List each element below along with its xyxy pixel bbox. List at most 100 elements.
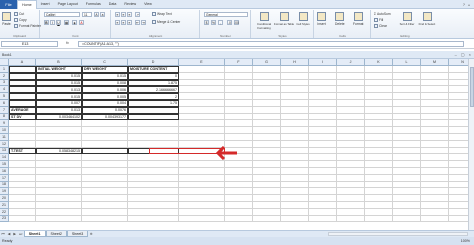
cell-m20[interactable] <box>421 195 449 202</box>
cell-b2[interactable]: 0.015 <box>36 72 82 80</box>
cell-f21[interactable] <box>225 202 253 209</box>
cell-a10[interactable] <box>9 127 36 134</box>
cell-g7[interactable] <box>253 106 281 114</box>
cell-h19[interactable] <box>281 188 309 196</box>
cell-a2[interactable] <box>9 72 36 80</box>
cell-n7[interactable] <box>449 107 468 114</box>
cell-i17[interactable] <box>309 174 337 182</box>
percent-icon[interactable]: % <box>211 20 216 25</box>
cell-styles-button[interactable]: Cell Styles <box>294 12 312 26</box>
cell-d3[interactable]: 1.875 <box>128 79 179 87</box>
cell-b11[interactable] <box>36 134 82 141</box>
cell-e6[interactable] <box>179 100 225 107</box>
cell-k3[interactable] <box>365 79 393 87</box>
column-header-i[interactable]: I <box>309 59 337 66</box>
cell-f10[interactable] <box>225 127 253 134</box>
autosum-button[interactable]: Σ AutoSum <box>374 12 391 16</box>
cell-f11[interactable] <box>225 134 253 141</box>
cell-h10[interactable] <box>281 127 309 134</box>
cell-a13[interactable]: T.TEST <box>9 147 36 155</box>
decrease-decimal-icon[interactable]: .00 <box>234 20 239 25</box>
cell-b5[interactable]: 0.015 <box>36 93 82 100</box>
help-icon[interactable]: ? <box>463 2 465 7</box>
cell-a4[interactable] <box>9 86 36 94</box>
cell-m21[interactable] <box>421 202 449 209</box>
cell-e11[interactable] <box>179 134 225 141</box>
cell-h3[interactable] <box>281 79 309 87</box>
cell-j11[interactable] <box>337 134 365 141</box>
cell-b17[interactable] <box>36 174 82 182</box>
cell-n18[interactable] <box>449 182 468 189</box>
cell-c16[interactable] <box>82 168 128 175</box>
cell-h16[interactable] <box>281 168 309 175</box>
row-header-2[interactable]: 2 <box>0 72 9 80</box>
cell-n14[interactable] <box>449 154 468 162</box>
cell-b10[interactable] <box>36 127 82 134</box>
cell-e2[interactable] <box>179 72 225 80</box>
cell-i3[interactable] <box>309 79 337 87</box>
cell-a3[interactable] <box>9 79 36 87</box>
cell-m15[interactable] <box>421 161 449 168</box>
cell-d14[interactable] <box>128 154 179 162</box>
cell-j22[interactable] <box>337 208 365 216</box>
format-painter-button[interactable]: Format Painter <box>14 24 41 28</box>
cell-h6[interactable] <box>281 100 309 107</box>
cell-b13[interactable]: 0.058348215 <box>36 147 82 155</box>
cell-e15[interactable] <box>179 161 225 168</box>
cell-e23[interactable] <box>179 215 225 223</box>
cell-c6[interactable]: 0.004 <box>82 100 128 107</box>
cell-b1[interactable]: INITIAL WEIGHT <box>36 66 82 73</box>
cell-c15[interactable] <box>82 161 128 168</box>
cell-c5[interactable]: 0.005 <box>82 93 128 100</box>
cell-e18[interactable] <box>179 181 225 189</box>
cell-k1[interactable] <box>365 66 393 73</box>
row-header-18[interactable]: 18 <box>0 181 9 189</box>
cell-j16[interactable] <box>337 168 365 175</box>
cell-l22[interactable] <box>393 208 421 216</box>
row-header-15[interactable]: 15 <box>0 161 9 168</box>
cell-g4[interactable] <box>253 86 281 94</box>
cell-n9[interactable] <box>449 120 468 128</box>
cell-f7[interactable] <box>225 106 253 114</box>
cell-f18[interactable] <box>225 181 253 189</box>
cell-l15[interactable] <box>393 161 421 168</box>
cell-g11[interactable] <box>253 134 281 141</box>
align-bottom-icon[interactable]: ≡ <box>127 12 132 17</box>
cell-h2[interactable] <box>281 72 309 80</box>
cell-c9[interactable] <box>82 120 128 128</box>
cell-b7[interactable]: 0.013 <box>36 106 82 114</box>
cell-j5[interactable] <box>337 93 365 100</box>
cell-h1[interactable] <box>281 66 309 73</box>
cell-n23[interactable] <box>449 216 468 223</box>
row-header-12[interactable]: 12 <box>0 140 9 148</box>
cell-m5[interactable] <box>421 93 449 100</box>
cell-i21[interactable] <box>309 202 337 209</box>
cell-j19[interactable] <box>337 188 365 196</box>
cell-g17[interactable] <box>253 174 281 182</box>
row-header-10[interactable]: 10 <box>0 127 9 134</box>
cell-i19[interactable] <box>309 188 337 196</box>
cell-m11[interactable] <box>421 134 449 141</box>
select-all-corner[interactable] <box>0 59 9 66</box>
cell-a23[interactable] <box>9 215 36 223</box>
cell-j12[interactable] <box>337 140 365 148</box>
cell-i14[interactable] <box>309 154 337 162</box>
cell-a9[interactable] <box>9 120 36 128</box>
cell-h4[interactable] <box>281 86 309 94</box>
cell-l20[interactable] <box>393 195 421 202</box>
cell-f17[interactable] <box>225 174 253 182</box>
cell-d16[interactable] <box>128 168 179 175</box>
cell-c13[interactable] <box>82 147 128 155</box>
wrap-text-button[interactable]: Wrap Text <box>152 12 172 16</box>
cell-g22[interactable] <box>253 208 281 216</box>
cell-j4[interactable] <box>337 86 365 94</box>
cell-d17[interactable] <box>128 174 179 182</box>
cell-f23[interactable] <box>225 215 253 223</box>
cell-a1[interactable] <box>9 66 36 73</box>
cell-l23[interactable] <box>393 215 421 223</box>
font-name-combo[interactable]: Calibri <box>44 12 80 17</box>
cell-f6[interactable] <box>225 100 253 107</box>
delete-cells-button[interactable]: Delete <box>335 12 345 26</box>
font-color-icon[interactable]: A <box>79 20 84 25</box>
row-header-20[interactable]: 20 <box>0 195 9 202</box>
